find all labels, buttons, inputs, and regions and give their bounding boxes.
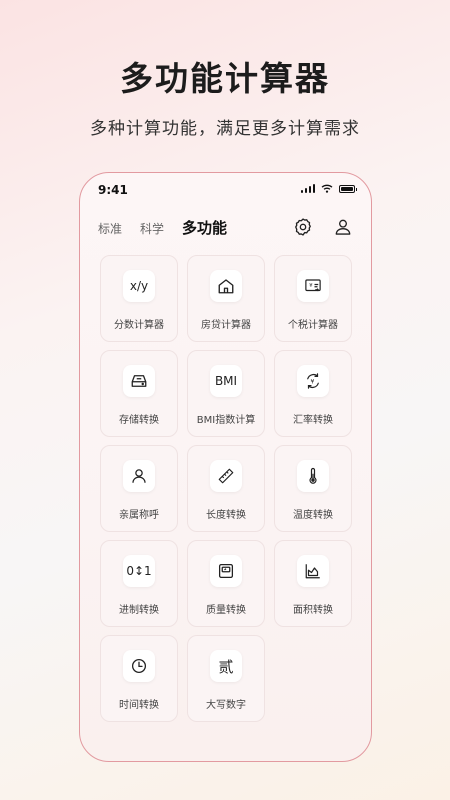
signal-icon [300, 184, 315, 193]
hero-subtitle: 多种计算功能，满足更多计算需求 [90, 119, 360, 139]
person-icon [123, 460, 155, 492]
uppercase-number-icon: 贰 [210, 650, 242, 682]
phone-mockup: 9:41 标准 科学 多功能 x/y 分数计算器 房贷计算器 ¥ 个税计算器 存… [79, 172, 372, 762]
uppercase-number-icon-text: 贰 [218, 657, 234, 676]
svg-text:¥: ¥ [310, 378, 314, 385]
hero-title: 多功能计算器 [120, 59, 330, 98]
tool-length-conversion[interactable]: 长度转换 [187, 445, 265, 532]
tab-multifunction[interactable]: 多功能 [182, 217, 227, 238]
exchange-icon: ¥ [297, 365, 329, 397]
mode-tabs: 标准 科学 多功能 [98, 217, 227, 238]
tool-label: 质量转换 [206, 605, 246, 616]
tool-time-conversion[interactable]: 时间转换 [100, 635, 178, 722]
storage-icon [123, 365, 155, 397]
tab-scientific[interactable]: 科学 [140, 220, 164, 237]
tool-label: 面积转换 [293, 605, 333, 616]
user-icon[interactable] [333, 217, 353, 237]
tool-label: 时间转换 [119, 700, 159, 711]
tool-base-conversion[interactable]: 0↕1 进制转换 [100, 540, 178, 627]
ruler-icon [210, 460, 242, 492]
binary-icon-text: 0↕1 [126, 564, 152, 578]
tool-label: BMI指数计算 [196, 415, 256, 426]
tax-icon: ¥ [297, 270, 329, 302]
bmi-icon-text: BMI [214, 374, 238, 388]
status-time: 9:41 [98, 183, 128, 197]
scale-icon [210, 555, 242, 587]
tool-label: 汇率转换 [293, 415, 333, 426]
tool-label: 大写数字 [206, 700, 246, 711]
tool-mortgage-calculator[interactable]: 房贷计算器 [187, 255, 265, 342]
tool-income-tax-calculator[interactable]: ¥ 个税计算器 [274, 255, 352, 342]
battery-icon [339, 184, 357, 193]
tool-label: 个税计算器 [288, 320, 338, 331]
top-actions [293, 217, 353, 237]
gear-icon[interactable] [293, 217, 313, 237]
tool-bmi-calculator[interactable]: BMI BMI指数计算 [187, 350, 265, 437]
thermometer-icon [297, 460, 329, 492]
tool-label: 房贷计算器 [201, 320, 251, 331]
tool-grid: x/y 分数计算器 房贷计算器 ¥ 个税计算器 存储转换 BMI BMI指数计算… [100, 255, 352, 722]
tool-label: 存储转换 [119, 415, 159, 426]
tool-label: 长度转换 [206, 510, 246, 521]
tool-temperature-conversion[interactable]: 温度转换 [274, 445, 352, 532]
tool-uppercase-number[interactable]: 贰 大写数字 [187, 635, 265, 722]
tab-standard[interactable]: 标准 [98, 220, 122, 237]
svg-text:¥: ¥ [309, 283, 313, 289]
tool-storage-conversion[interactable]: 存储转换 [100, 350, 178, 437]
tool-label: 亲属称呼 [119, 510, 159, 521]
tool-label: 进制转换 [119, 605, 159, 616]
status-icons [300, 184, 357, 193]
area-chart-icon [297, 555, 329, 587]
binary-icon: 0↕1 [123, 555, 155, 587]
clock-icon [123, 650, 155, 682]
fraction-icon: x/y [123, 270, 155, 302]
tool-label: 分数计算器 [114, 320, 164, 331]
tool-relative-titles[interactable]: 亲属称呼 [100, 445, 178, 532]
fraction-icon-text: x/y [129, 279, 149, 293]
tool-fraction-calculator[interactable]: x/y 分数计算器 [100, 255, 178, 342]
wifi-icon [321, 184, 333, 193]
tool-exchange-rate[interactable]: ¥ 汇率转换 [274, 350, 352, 437]
tool-area-conversion[interactable]: 面积转换 [274, 540, 352, 627]
tool-mass-conversion[interactable]: 质量转换 [187, 540, 265, 627]
tool-label: 温度转换 [293, 510, 333, 521]
status-bar: 9:41 [80, 173, 371, 205]
bmi-icon: BMI [210, 365, 242, 397]
house-icon [210, 270, 242, 302]
